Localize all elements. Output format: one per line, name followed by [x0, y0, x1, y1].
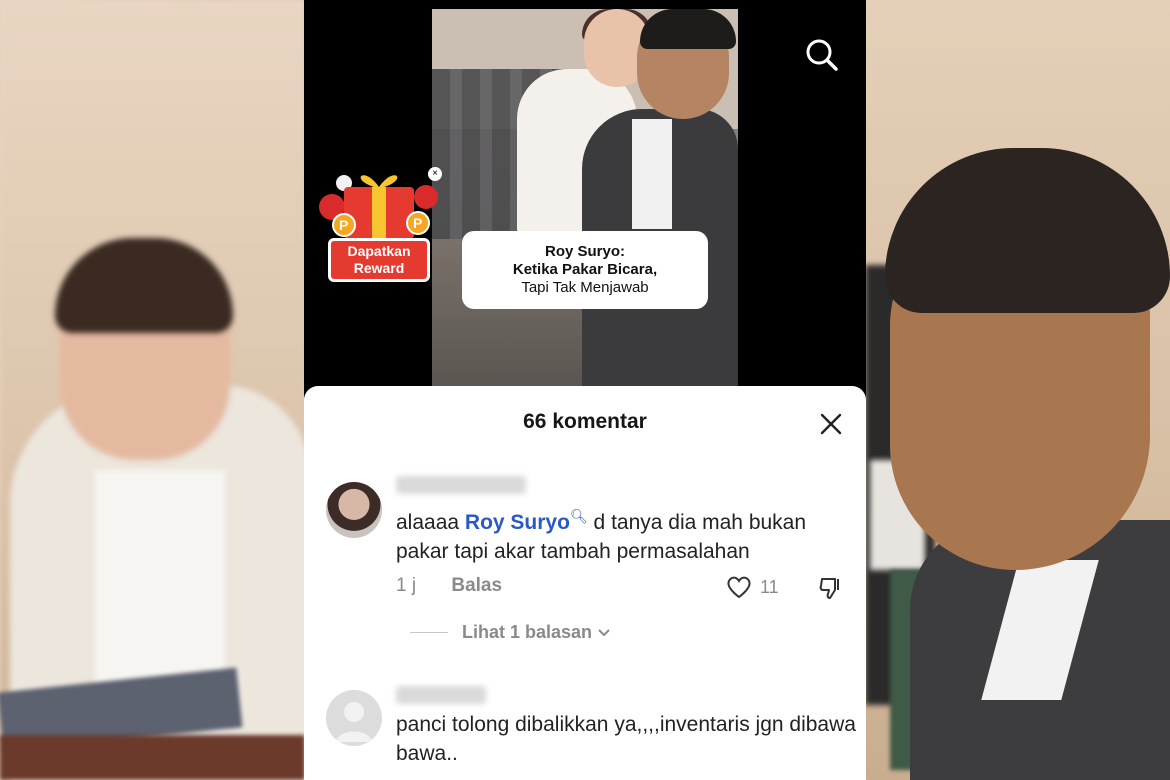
view-replies-label: Lihat 1 balasan [462, 622, 593, 642]
mention-link[interactable]: Roy Suryo [465, 511, 570, 534]
search-button[interactable] [801, 34, 843, 76]
default-avatar-icon [336, 702, 372, 742]
like-button[interactable]: 11 [726, 575, 779, 599]
avatar[interactable] [326, 482, 382, 538]
video-caption-title: Roy Suryo: [544, 243, 625, 260]
gift-icon: P P [319, 175, 438, 239]
svg-text:P: P [413, 215, 422, 231]
like-count: 11 [760, 576, 779, 597]
comment-text: alaaaa Roy Suryo🔍︎ d tanya dia mah bukan… [396, 502, 856, 566]
dislike-icon [819, 578, 839, 599]
comment-item: alaaaa Roy Suryo🔍︎ d tanya dia mah bukan… [326, 476, 846, 646]
reply-button[interactable]: Balas [451, 575, 502, 596]
reward-label-line2: Reward [353, 260, 405, 276]
close-button[interactable] [818, 411, 844, 437]
mention-search-icon: 🔍︎ [569, 508, 588, 524]
heart-icon [727, 576, 751, 599]
phone-screen: Roy Suryo: Ketika Pakar Bicara, Tapi Tak… [304, 0, 866, 780]
comments-count-title: 66 komentar [523, 410, 647, 433]
video-caption-line2: Ketika Pakar Bicara, [512, 261, 658, 278]
comment-time: 1 j [396, 575, 417, 596]
comment-item: panci tolong dibalikkan ya,,,,inventaris… [326, 682, 856, 780]
username-redacted [396, 686, 486, 704]
view-replies-button[interactable]: Lihat 1 balasan [410, 622, 612, 643]
video-caption-line3: Tapi Tak Menjawab [521, 279, 649, 296]
username-redacted [396, 476, 526, 494]
dislike-button[interactable] [818, 575, 844, 606]
reward-label-line1: Dapatkan [347, 243, 411, 259]
comment-text-before: alaaaa [396, 511, 465, 534]
avatar[interactable] [326, 690, 382, 746]
video-player[interactable] [432, 9, 738, 389]
reward-label: Dapatkan Reward [328, 238, 430, 282]
reward-close-button[interactable]: × [428, 167, 442, 181]
comments-sheet: 66 komentar alaaaa Roy Suryo🔍︎ d tanya d… [304, 386, 866, 780]
search-icon [806, 39, 838, 71]
video-caption: Roy Suryo: Ketika Pakar Bicara, Tapi Tak… [462, 231, 708, 309]
chevron-down-icon [598, 628, 610, 636]
close-icon [820, 413, 842, 435]
reward-widget[interactable]: P P Dapatkan Reward × [314, 165, 442, 285]
comment-meta: 1 j Balas [396, 575, 502, 597]
comment-text: panci tolong dibalikkan ya,,,,inventaris… [396, 713, 856, 765]
svg-text:P: P [339, 217, 348, 233]
